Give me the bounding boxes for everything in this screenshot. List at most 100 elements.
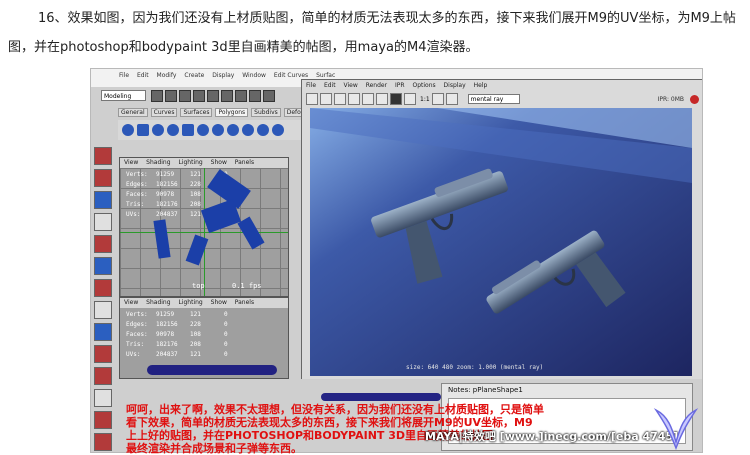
vp2-menu-show[interactable]: Show bbox=[211, 299, 227, 306]
poly-count-hud-2: Verts: 91259 121 0 Edges: 182156 228 0 Faces: 9… bbox=[126, 311, 228, 358]
viewport-menu: View Shading Lighting Show Panels bbox=[120, 158, 288, 168]
rv-menu-file[interactable]: File bbox=[306, 82, 316, 89]
rgb-channel-icon[interactable] bbox=[376, 93, 388, 105]
rv-menu-render[interactable]: Render bbox=[366, 82, 387, 89]
menu-modify[interactable]: Modify bbox=[157, 72, 177, 79]
rv-menu-options[interactable]: Options bbox=[412, 82, 435, 89]
render-region-icon[interactable] bbox=[348, 93, 360, 105]
single-view-icon[interactable] bbox=[94, 323, 112, 341]
polygon-shelf bbox=[118, 120, 305, 140]
new-scene-icon[interactable] bbox=[151, 90, 163, 102]
vp-menu-lighting[interactable]: Lighting bbox=[178, 159, 202, 166]
hypershade-icon[interactable] bbox=[94, 411, 112, 429]
select-tool-icon[interactable] bbox=[94, 147, 112, 165]
menu-surfaces[interactable]: Surfac bbox=[316, 72, 335, 79]
rendered-scene bbox=[310, 108, 692, 376]
tab-surfaces[interactable]: Surfaces bbox=[180, 108, 213, 117]
poly-combine-icon[interactable] bbox=[212, 124, 224, 136]
vp2-menu-shading[interactable]: Shading bbox=[146, 299, 170, 306]
uv-editor-icon[interactable] bbox=[94, 433, 112, 451]
snap-grid-icon[interactable] bbox=[235, 90, 247, 102]
luminance-icon[interactable] bbox=[404, 93, 416, 105]
article-paragraph: 16、效果如图，因为我们还没有上材质贴图，简单的材质无法表现太多的东西，接下来我… bbox=[8, 11, 736, 55]
manipulator-icon[interactable] bbox=[94, 279, 112, 297]
vp-menu-panels[interactable]: Panels bbox=[235, 159, 254, 166]
render-view-menu: File Edit View Render IPR Options Displa… bbox=[302, 80, 702, 91]
maya-left-panel: Modeling General Curves Surfaces Polygon… bbox=[91, 87, 324, 452]
rv-menu-edit[interactable]: Edit bbox=[324, 82, 336, 89]
remove-image-icon[interactable] bbox=[445, 93, 458, 105]
last-tool-icon[interactable] bbox=[94, 301, 112, 319]
snap-point-icon[interactable] bbox=[263, 90, 275, 102]
persp-outliner-icon[interactable] bbox=[94, 367, 112, 385]
watermark: MAYA|特效吧 [www.]inecg.com/[eba 4745] bbox=[425, 430, 679, 443]
renderer-select[interactable]: mental ray bbox=[467, 94, 520, 104]
vp-menu-show[interactable]: Show bbox=[211, 159, 227, 166]
render-info-bar: size: 640 480 zoom: 1.000 (mental ray) bbox=[406, 364, 544, 371]
toolbox bbox=[94, 147, 112, 451]
move-tool-icon[interactable] bbox=[94, 213, 112, 231]
poly-cylinder-icon[interactable] bbox=[152, 124, 164, 136]
ipr-memory: IPR: 0MB bbox=[657, 95, 684, 103]
select-component-icon[interactable] bbox=[221, 90, 233, 102]
poly-sphere-icon[interactable] bbox=[122, 124, 134, 136]
menu-edit[interactable]: Edit bbox=[137, 72, 149, 79]
poly-smooth-icon[interactable] bbox=[257, 124, 269, 136]
menu-edit-curves[interactable]: Edit Curves bbox=[274, 72, 308, 79]
poly-extrude-icon[interactable] bbox=[227, 124, 239, 136]
rv-menu-ipr[interactable]: IPR bbox=[395, 82, 405, 89]
keep-image-icon[interactable] bbox=[431, 93, 444, 105]
notes-label: Notes: pPlaneShape1 bbox=[448, 386, 523, 394]
menu-window[interactable]: Window bbox=[242, 72, 266, 79]
snapshot-icon[interactable] bbox=[362, 93, 374, 105]
persp-graph-icon[interactable] bbox=[94, 389, 112, 407]
poly-torus-icon[interactable] bbox=[197, 124, 209, 136]
render-view-window: File Edit View Render IPR Options Displa… bbox=[301, 79, 702, 381]
bird-logo-icon bbox=[653, 408, 699, 450]
scale-tool-icon[interactable] bbox=[94, 257, 112, 275]
stop-render-icon[interactable] bbox=[690, 94, 699, 104]
paint-select-icon[interactable] bbox=[94, 191, 112, 209]
article-intro: 16、效果如图，因为我们还没有上材质贴图，简单的材质无法表现太多的东西，接下来我… bbox=[8, 4, 742, 62]
poly-split-icon[interactable] bbox=[242, 124, 254, 136]
maya-screenshot: File Edit Modify Create Display Window E… bbox=[90, 68, 703, 453]
tab-polygons[interactable]: Polygons bbox=[215, 108, 249, 117]
poly-cube-icon[interactable] bbox=[137, 124, 149, 136]
poly-cone-icon[interactable] bbox=[167, 124, 179, 136]
viewport-top[interactable]: View Shading Lighting Show Panels Verts:… bbox=[119, 157, 289, 297]
tab-curves[interactable]: Curves bbox=[150, 108, 178, 117]
vp-menu-shading[interactable]: Shading bbox=[146, 159, 170, 166]
vp2-menu-lighting[interactable]: Lighting bbox=[178, 299, 202, 306]
redo-render-icon[interactable] bbox=[306, 93, 318, 105]
render-view-toolbar: 1:1 mental ray IPR: 0MB bbox=[302, 92, 702, 106]
lasso-tool-icon[interactable] bbox=[94, 169, 112, 187]
alpha-channel-icon[interactable] bbox=[390, 93, 402, 105]
rv-menu-display[interactable]: Display bbox=[444, 82, 466, 89]
poly-mirror-icon[interactable] bbox=[272, 124, 284, 136]
fps-readout: 0.1 fps bbox=[232, 282, 262, 290]
ipr-render-icon[interactable] bbox=[320, 93, 332, 105]
zoom-ratio[interactable]: 1:1 bbox=[420, 96, 430, 103]
tab-general[interactable]: General bbox=[118, 108, 148, 117]
refresh-icon[interactable] bbox=[334, 93, 346, 105]
open-scene-icon[interactable] bbox=[165, 90, 177, 102]
mode-select[interactable]: Modeling bbox=[101, 90, 146, 101]
viewport-menu-2: View Shading Lighting Show Panels bbox=[120, 298, 288, 308]
rotate-tool-icon[interactable] bbox=[94, 235, 112, 253]
vp2-menu-panels[interactable]: Panels bbox=[235, 299, 254, 306]
menu-display[interactable]: Display bbox=[212, 72, 234, 79]
poly-plane-icon[interactable] bbox=[182, 124, 194, 136]
select-object-icon[interactable] bbox=[207, 90, 219, 102]
tab-subdivs[interactable]: Subdivs bbox=[251, 108, 281, 117]
rv-menu-view[interactable]: View bbox=[344, 82, 358, 89]
menu-create[interactable]: Create bbox=[184, 72, 204, 79]
vp-menu-view[interactable]: View bbox=[124, 159, 138, 166]
save-scene-icon[interactable] bbox=[179, 90, 191, 102]
vp2-menu-view[interactable]: View bbox=[124, 299, 138, 306]
four-view-icon[interactable] bbox=[94, 345, 112, 363]
render-image: size: 640 480 zoom: 1.000 (mental ray) bbox=[310, 108, 692, 376]
select-hierarchy-icon[interactable] bbox=[193, 90, 205, 102]
menu-file[interactable]: File bbox=[119, 72, 129, 79]
snap-curve-icon[interactable] bbox=[249, 90, 261, 102]
rv-menu-help[interactable]: Help bbox=[474, 82, 488, 89]
